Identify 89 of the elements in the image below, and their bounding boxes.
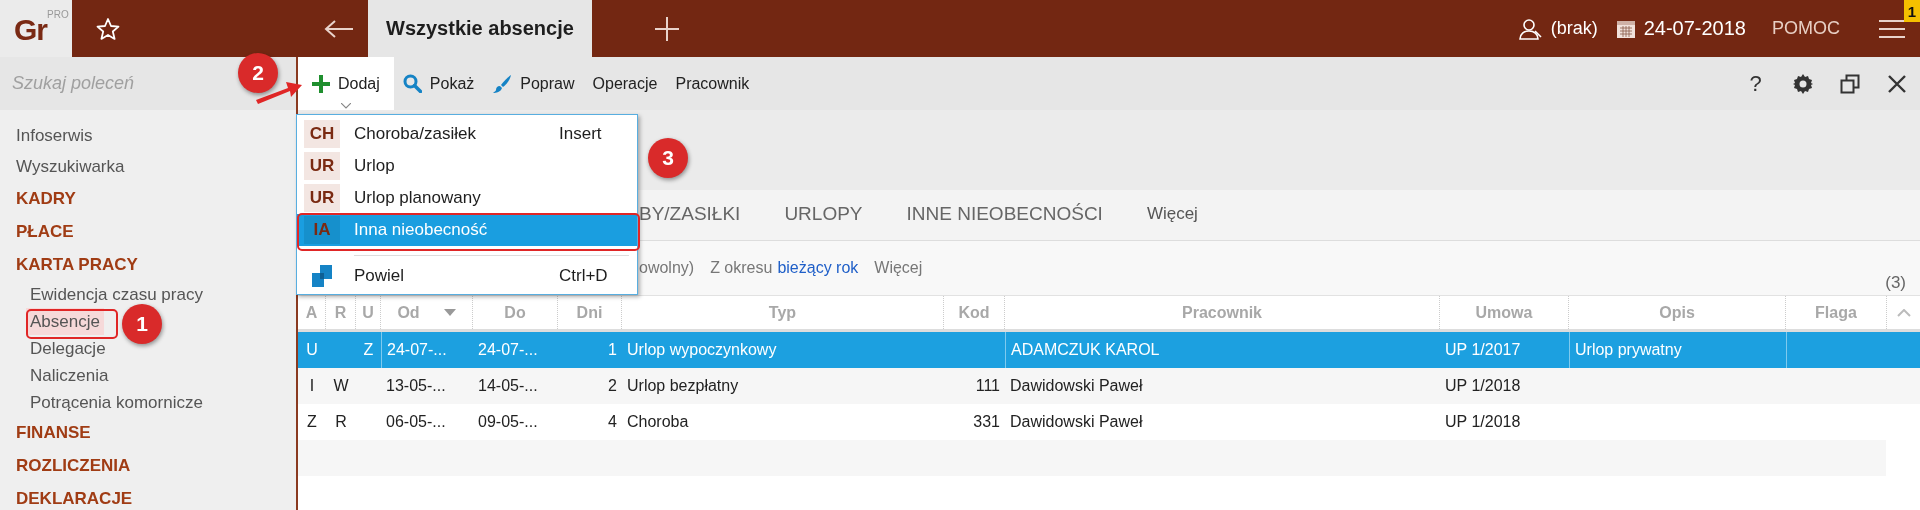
table-cell-text: UP 1/2018 [1444,412,1522,432]
nav-item[interactable]: Wyszukiwarka [0,151,296,182]
restore-icon [1839,73,1860,94]
nav-item[interactable]: Delegacje [26,335,110,362]
logo-text: Gr [14,13,47,47]
notification-badge: 1 [1904,0,1920,22]
table-cell-text: Urlop bezpłatny [626,376,740,396]
nav-item[interactable]: Infoserwis [0,120,296,151]
menu-item[interactable]: Powiel Ctrl+D [297,258,637,294]
table-cell-text: Urlop wypoczynkowy [626,340,778,360]
more-link[interactable]: Więcej [874,259,923,277]
more-link[interactable]: Więcej [1146,199,1198,231]
toolbar-button[interactable]: Operacje [583,57,667,110]
menu-label: Urlop [354,156,396,176]
nav-item[interactable]: Absencje [26,308,104,335]
shortcut-label: Ctrl+D [559,266,609,286]
table-cell-text: 24-07-... [477,340,539,360]
view-tab[interactable]: INNE NIEOBECNOŚCI [906,198,1103,232]
star-icon [96,16,120,41]
table-cell-text: Choroba [626,412,690,432]
filter-text: owolny) [639,259,695,277]
code-label: UR [304,152,340,180]
help-link[interactable]: POMOC [1772,0,1840,57]
code-label: UR [304,184,340,212]
user-label[interactable]: (brak) [1550,18,1598,39]
caret-icon [340,103,351,109]
settings-icon [1791,72,1814,95]
section-header[interactable]: KADRY [0,182,296,215]
help-button[interactable]: ? [1732,57,1779,110]
table-cell-text: Dawidowski Paweł [1009,412,1144,432]
view-tab[interactable]: BY/ZASIŁKI [639,198,741,232]
edition-label: PRO [47,9,69,20]
menu-label: Powiel [354,266,406,286]
code-label: IA [304,216,340,244]
view-tab[interactable]: URLOPY [784,198,863,232]
table-cell-text: 14-05-... [477,376,539,396]
section-header[interactable]: FINANSE [0,416,296,449]
scroll-up-icon [1896,308,1911,317]
table-cell-text: Dawidowski Paweł [1009,376,1144,396]
toolbar-button[interactable]: Dodaj [298,57,394,110]
arrow-left-icon [324,18,354,39]
copy-icon [312,265,332,287]
menu-label: Choroba/zasiłek [354,124,477,144]
table-cell-text: 331 [972,412,1001,432]
toolbar-button[interactable]: Pokaż [393,57,484,110]
table-cell-text: U [305,340,319,360]
menu-item[interactable]: UR Urlop [297,150,637,182]
plus-icon [653,15,680,42]
menu-label: Urlop planowany [354,188,482,208]
date-label[interactable]: 24-07-2018 [1643,17,1746,40]
menu-item[interactable]: UR Urlop planowany [297,182,637,214]
search-icon [402,74,422,93]
toolbar-button[interactable]: Pracownik [666,57,759,110]
section-header[interactable]: DEKLARACJE [0,482,296,510]
brush-icon [492,73,513,94]
table-cell-text: 09-05-... [477,412,539,432]
menu-item[interactable]: CH Choroba/zasiłek Insert [297,118,637,150]
plus-icon [312,74,330,93]
table-cell-text: 06-05-... [385,412,447,432]
tab[interactable]: Wszystkie absencje [368,0,592,57]
period-link[interactable]: bieżący rok [777,259,859,277]
section-header[interactable]: ROZLICZENIA [0,449,296,482]
nav-item[interactable]: Naliczenia [26,362,113,389]
code-label: CH [304,120,340,148]
menu-label: Inna nieobecność [354,220,489,240]
shortcut-label: Insert [559,124,603,144]
section-header[interactable]: KARTA PRACY [0,248,296,281]
table-cell-text: UP 1/2017 [1444,340,1522,360]
nav-item[interactable]: Potrącenia komornicze [26,389,207,416]
close-icon [1886,73,1907,94]
calendar-icon [1615,18,1636,39]
user-icon [1518,17,1543,40]
table-cell-text: 2 [607,376,618,396]
toolbar-button[interactable]: Popraw [483,57,584,110]
filter-label: Z okresu [710,259,773,277]
table-cell-text: 111 [974,376,1001,396]
table-cell-text: 4 [607,412,618,432]
table-cell-text: Z [362,340,375,360]
table-cell-text: UP 1/2018 [1444,376,1522,396]
table-cell-text: Z [306,412,318,432]
menu-item[interactable]: IA Inna nieobecność [297,214,637,246]
table-cell-text: W [332,376,350,396]
record-count: (3) [1885,273,1906,293]
table-cell-text: R [334,412,348,432]
table-cell-text: 13-05-... [385,376,447,396]
table-cell-text: I [308,376,316,396]
table-cell-text: 1 [607,340,618,360]
section-header[interactable]: PŁACE [0,215,296,248]
menu-icon [1879,19,1905,38]
